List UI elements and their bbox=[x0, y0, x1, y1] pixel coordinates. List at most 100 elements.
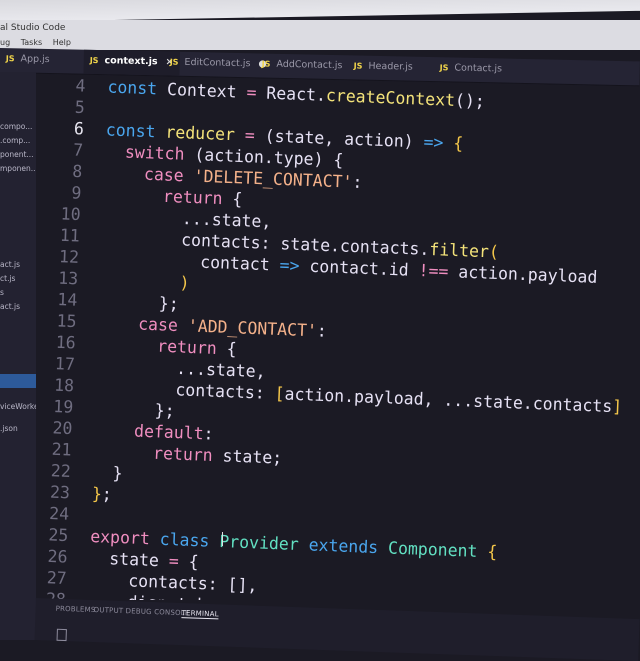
tab-label: context.js bbox=[104, 55, 158, 68]
line-number: 15 bbox=[56, 311, 77, 332]
text-cursor bbox=[222, 532, 223, 546]
explorer-item[interactable]: ponent... bbox=[0, 150, 34, 159]
code-token: Context bbox=[166, 79, 247, 102]
explorer-selection bbox=[0, 374, 36, 388]
line-number: 7 bbox=[72, 140, 84, 160]
line-number: 21 bbox=[51, 439, 72, 460]
js-file-icon: JS bbox=[5, 54, 15, 64]
code-token: = bbox=[244, 125, 266, 146]
code-token: }; bbox=[98, 291, 180, 314]
explorer-item[interactable]: compo... bbox=[0, 122, 32, 131]
code-token: contact.id bbox=[309, 256, 420, 281]
code-token: extends bbox=[308, 535, 389, 558]
tab-label: EditContact.js bbox=[184, 56, 251, 70]
code-token: ; bbox=[101, 484, 113, 505]
code-token: { bbox=[226, 339, 238, 359]
bottom-panel: PROBLEMS OUTPUT DEBUG CONSOLE TERMINAL bbox=[34, 598, 640, 661]
code-token: !== bbox=[418, 260, 459, 282]
code-token: }; bbox=[94, 398, 176, 421]
explorer-item[interactable]: mponen... bbox=[0, 164, 36, 173]
code-token: ] bbox=[611, 396, 623, 417]
code-token: switch bbox=[124, 142, 195, 165]
code-token: case bbox=[137, 314, 189, 336]
line-number: 26 bbox=[47, 546, 68, 567]
menu-help[interactable]: Help bbox=[53, 38, 71, 47]
code-token: return bbox=[152, 443, 224, 466]
code-token: { bbox=[188, 551, 200, 572]
js-file-icon: JS bbox=[261, 59, 271, 69]
code-editor[interactable]: 4 const Context = React.createContext(); 5… bbox=[36, 70, 640, 600]
line-number: 10 bbox=[60, 204, 82, 225]
panel-tab-problems[interactable]: PROBLEMS bbox=[55, 605, 95, 614]
line-number: 12 bbox=[58, 246, 80, 268]
code-token: const bbox=[107, 77, 168, 99]
js-file-icon: JS bbox=[169, 57, 179, 67]
code-token: state bbox=[89, 548, 170, 571]
menu-tasks[interactable]: Tasks bbox=[21, 38, 42, 47]
line-number: 18 bbox=[53, 375, 75, 396]
explorer-item[interactable]: .comp... bbox=[0, 136, 30, 145]
line-number: 22 bbox=[50, 460, 72, 482]
line-number: 20 bbox=[52, 418, 73, 439]
code-token: } bbox=[92, 462, 123, 484]
line-number: 5 bbox=[74, 97, 86, 118]
code-token: state; bbox=[222, 446, 283, 468]
explorer-sidebar: compo... .comp... ponent... mponen... ac… bbox=[0, 72, 36, 640]
code-token: return bbox=[162, 186, 233, 209]
line-number: 19 bbox=[52, 396, 74, 417]
code-token: : bbox=[352, 172, 363, 193]
explorer-item[interactable]: ct.js bbox=[0, 274, 15, 283]
window-title: al Studio Code bbox=[0, 23, 66, 33]
explorer-item[interactable]: s bbox=[0, 288, 4, 297]
menu-bar: ug Tasks Help bbox=[0, 38, 640, 50]
code-token: => bbox=[279, 255, 310, 276]
panel-tab-output[interactable]: OUTPUT bbox=[93, 606, 123, 615]
js-file-icon: JS bbox=[89, 55, 99, 66]
line-number: 4 bbox=[75, 76, 86, 96]
code-token: default bbox=[133, 421, 204, 444]
panel-tab-debug-console[interactable]: DEBUG CONSOLE bbox=[125, 607, 189, 617]
code-token: Component bbox=[387, 538, 488, 562]
line-number: 6 bbox=[73, 118, 85, 139]
code-token: : bbox=[203, 423, 214, 444]
code-token: reducer bbox=[165, 122, 246, 145]
code-token: React. bbox=[266, 83, 327, 106]
terminal-icon bbox=[56, 628, 67, 642]
tab-label: App.js bbox=[20, 53, 50, 66]
code-token: return bbox=[156, 336, 228, 359]
line-number: 17 bbox=[54, 353, 76, 375]
explorer-item[interactable]: act.js bbox=[0, 302, 20, 311]
line-number: 24 bbox=[48, 503, 70, 524]
code-token: case bbox=[143, 164, 194, 186]
line-number: 25 bbox=[48, 525, 69, 546]
line-number: 8 bbox=[71, 161, 83, 182]
line-number: 11 bbox=[59, 225, 81, 246]
code-token: { bbox=[232, 189, 243, 209]
code-token: ) bbox=[179, 272, 190, 293]
code-token: { bbox=[487, 541, 498, 562]
panel-tab-terminal[interactable]: TERMINAL bbox=[181, 609, 219, 620]
code-token: filter bbox=[429, 239, 490, 262]
explorer-item[interactable]: .json bbox=[0, 424, 18, 433]
explorer-item[interactable]: act.js bbox=[0, 260, 20, 269]
code-token: = bbox=[168, 551, 190, 572]
line-number: 27 bbox=[46, 567, 68, 589]
code-token: Provider bbox=[218, 531, 310, 555]
code-token: (); bbox=[454, 90, 486, 112]
code-token: class bbox=[159, 529, 220, 552]
code-token: : bbox=[316, 321, 328, 341]
menu-debug[interactable]: ug bbox=[0, 38, 10, 47]
code-token: => bbox=[296, 599, 327, 600]
code-token: ( bbox=[488, 241, 500, 262]
code-lines: 4 const Context = React.createContext(); 5… bbox=[36, 74, 634, 600]
line-number: 13 bbox=[57, 268, 79, 289]
explorer-item[interactable]: viceWorker... bbox=[0, 402, 36, 411]
line-number: 16 bbox=[55, 332, 77, 353]
